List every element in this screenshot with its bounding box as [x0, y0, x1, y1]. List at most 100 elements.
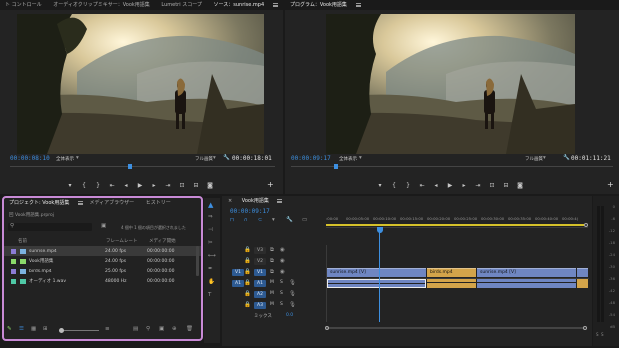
list-view-icon[interactable]: ☰ [19, 326, 24, 332]
go-to-out-icon[interactable]: ⇥ [474, 182, 482, 189]
step-forward-icon[interactable]: ▸ [460, 182, 468, 189]
mute-button[interactable]: M [270, 302, 274, 307]
eye-icon[interactable]: ◉ [280, 247, 285, 253]
insert-icon[interactable]: ⊡ [178, 182, 186, 189]
freeform-view-icon[interactable]: ⊞ [43, 326, 48, 332]
lock-icon[interactable]: 🔒 [244, 247, 251, 253]
track-select-icon[interactable]: ⇒ [208, 214, 213, 220]
timeline-hscroll[interactable] [325, 326, 588, 330]
chevron-down-icon[interactable]: ▾ [359, 155, 362, 161]
automate-icon[interactable]: ▤ [133, 326, 138, 332]
list-item[interactable]: sunrise.mp4 24.00 fps 00:00:00:00 [4, 246, 201, 256]
slip-icon[interactable]: ⟷ [208, 253, 216, 259]
menu-icon[interactable] [77, 200, 83, 205]
mark-out-icon[interactable]: } [94, 182, 102, 189]
menu-icon[interactable] [355, 2, 361, 7]
clip-birds-a1[interactable] [427, 279, 476, 288]
clip-end-a1[interactable] [577, 279, 588, 288]
tab-project[interactable]: プロジェクト: Vook用語集 [4, 198, 74, 208]
settings-wrench-icon[interactable]: 🔧 [286, 217, 293, 223]
slider-handle[interactable] [59, 328, 64, 333]
solo-button[interactable]: S [280, 291, 283, 296]
new-item-icon[interactable]: ⊕ [172, 326, 177, 332]
track-label[interactable]: V2 [254, 258, 266, 265]
close-icon[interactable]: × [225, 196, 235, 206]
track-label[interactable]: A2 [254, 291, 266, 298]
step-back-icon[interactable]: ◂ [122, 182, 130, 189]
chevron-down-icon[interactable]: ▾ [543, 155, 546, 161]
mix-value[interactable]: 0.0 [286, 313, 293, 318]
zoom-slider[interactable] [59, 328, 99, 333]
trash-icon[interactable]: 🗑 [186, 326, 193, 332]
solo-right-button[interactable]: S [601, 332, 604, 337]
track-label[interactable]: A3 [254, 302, 266, 309]
type-icon[interactable]: T [208, 292, 211, 298]
tab-history[interactable]: ヒストリー [141, 198, 176, 208]
marker-icon[interactable]: ▾ [376, 182, 384, 189]
work-area-end[interactable] [584, 223, 588, 227]
go-to-in-icon[interactable]: ⇤ [108, 182, 116, 189]
scrollbar-track[interactable] [326, 327, 584, 329]
ripple-edit-icon[interactable]: ⊣ [208, 227, 213, 233]
clip-end-v1[interactable] [577, 268, 588, 277]
source-scrubber[interactable] [10, 164, 275, 172]
program-scrubber[interactable] [291, 164, 613, 172]
volume-line[interactable] [477, 282, 576, 283]
extract-icon[interactable]: ⊟ [502, 182, 510, 189]
sync-icon[interactable]: ⧉ [270, 247, 274, 254]
add-button-icon[interactable]: + [607, 180, 614, 189]
clip-birds-v1[interactable]: birds.mp4 [427, 268, 476, 277]
menu-icon[interactable] [272, 2, 278, 7]
play-icon[interactable]: ▶ [136, 182, 144, 189]
mute-button[interactable]: M [270, 291, 274, 296]
chevron-down-icon[interactable]: ▾ [76, 155, 79, 161]
go-to-out-icon[interactable]: ⇥ [164, 182, 172, 189]
source-patch-a1[interactable]: A1 [232, 280, 244, 287]
menu-icon[interactable] [277, 198, 283, 203]
source-playhead[interactable] [128, 164, 132, 169]
tab-effect-controls[interactable]: ト コントロール [0, 0, 47, 10]
clip-sunrise2-a1[interactable] [477, 279, 576, 288]
wrench-icon[interactable]: 🔧 [563, 155, 570, 161]
scroll-handle-right[interactable] [583, 326, 587, 330]
export-frame-icon[interactable]: ◙ [206, 182, 214, 189]
wrench-icon[interactable]: 🔧 [223, 155, 230, 161]
mark-out-icon[interactable]: } [404, 182, 412, 189]
tab-sequence[interactable]: Vook用語集 [237, 196, 274, 206]
list-item[interactable]: オーディオ 1.wav 48000 Hz 00:00:00:00 [4, 276, 201, 286]
nest-icon[interactable]: ⊓ [230, 217, 234, 223]
linked-selection-icon[interactable]: ⊂ [258, 217, 262, 223]
program-playhead[interactable] [334, 164, 338, 169]
tab-audio-clip-mixer[interactable]: オーディオクリップミキサー：Vook用語集 [48, 0, 155, 10]
scrollbar[interactable] [196, 246, 199, 276]
playhead-handle[interactable] [377, 227, 383, 233]
lock-icon[interactable]: 🔒 [244, 258, 251, 264]
time-ruler[interactable]: :00:00 00:00:05:00 00:00:10:00 00:00:15:… [326, 214, 588, 228]
mic-icon[interactable]: 🎙 [289, 291, 296, 297]
add-marker-icon[interactable]: ▾ [272, 217, 275, 223]
col-fps[interactable]: フレームレート [106, 238, 137, 244]
program-quality-select[interactable]: フル画質 [525, 156, 543, 162]
clip-sunrise2-v1[interactable]: sunrise.mp4 [V] [477, 268, 576, 277]
eye-icon[interactable]: ◉ [280, 258, 285, 264]
mic-icon[interactable]: 🎙 [289, 280, 296, 286]
program-timecode[interactable]: 00:00:09:17 [291, 155, 331, 162]
sync-icon[interactable]: ⧉ [270, 258, 274, 265]
add-button-icon[interactable]: + [267, 180, 274, 189]
marker-icon[interactable]: ▾ [66, 182, 74, 189]
track-label[interactable]: V3 [254, 247, 266, 254]
work-area-bar[interactable] [326, 224, 584, 226]
clip-sunrise-a1[interactable] [327, 279, 426, 288]
icon-view-icon[interactable]: ▦ [31, 326, 36, 332]
program-fit-select[interactable]: 全体表示 [339, 156, 357, 162]
list-item[interactable]: birds.mp4 25.00 fps 00:00:00:00 [4, 266, 201, 276]
lift-icon[interactable]: ⊡ [488, 182, 496, 189]
lock-icon[interactable]: 🔒 [244, 302, 251, 308]
eye-icon[interactable]: ◉ [280, 269, 285, 275]
timeline-timecode[interactable]: 00:00:09:17 [230, 208, 270, 215]
pen-icon[interactable]: ✒ [208, 266, 213, 272]
clip-sunrise-v1[interactable]: sunrise.mp4 [V] [327, 268, 426, 277]
tab-lumetri-scopes[interactable]: Lumetri スコープ [156, 0, 207, 10]
track-label[interactable]: A1 [254, 280, 266, 287]
source-timecode[interactable]: 00:00:08:10 [10, 155, 50, 162]
